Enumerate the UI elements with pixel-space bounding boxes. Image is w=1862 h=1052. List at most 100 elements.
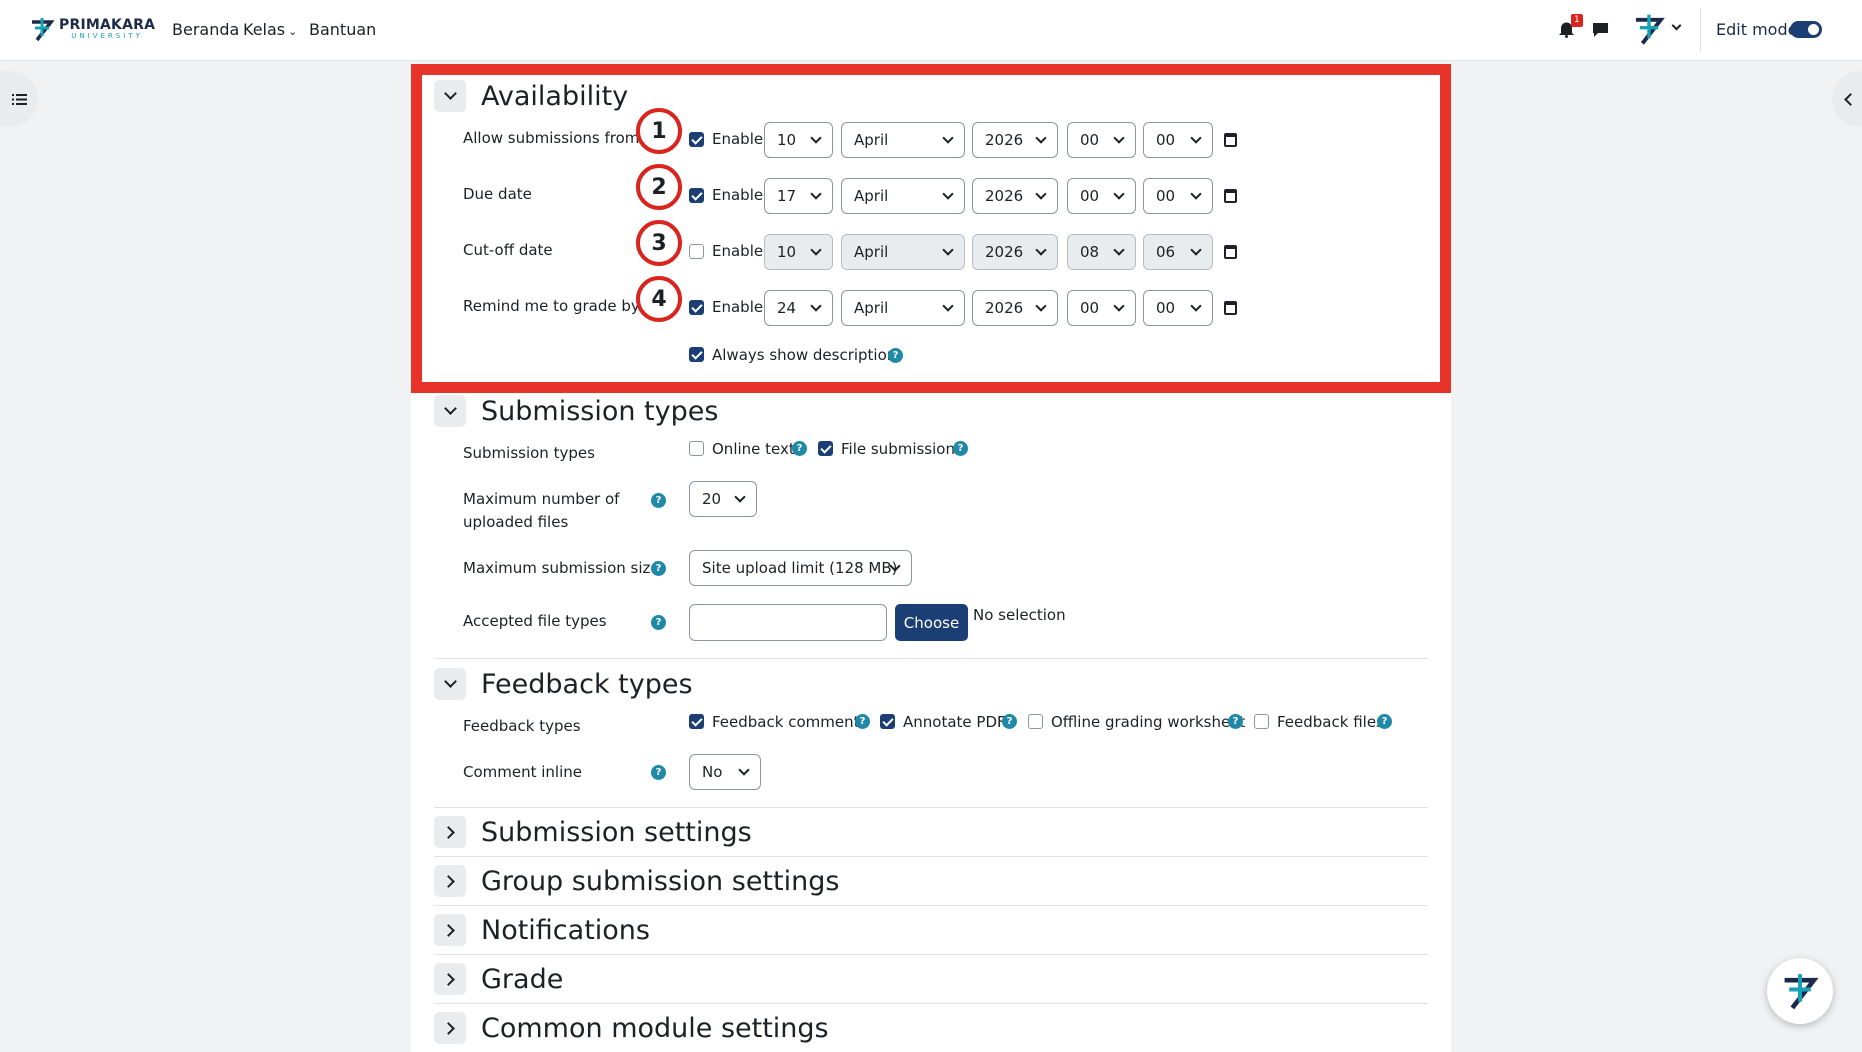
help-icon[interactable]: ? <box>953 441 968 456</box>
help-icon[interactable]: ? <box>651 561 666 576</box>
always-show-description-checkbox[interactable] <box>689 347 704 362</box>
block-drawer-button[interactable] <box>1832 71 1862 127</box>
expand-section-button[interactable] <box>434 865 466 897</box>
year-select[interactable]: 2026 <box>972 290 1058 326</box>
calendar-icon[interactable] <box>1224 301 1237 315</box>
online-text-checkbox[interactable] <box>689 441 704 456</box>
collapse-submission-types-button[interactable] <box>434 395 466 427</box>
help-icon[interactable]: ? <box>651 765 666 780</box>
annotate-pdf-checkbox[interactable] <box>880 714 895 729</box>
collapsed-section-header[interactable]: Notifications <box>434 914 650 946</box>
hour-select[interactable]: 00 <box>1067 290 1136 326</box>
hour-select[interactable]: 00 <box>1067 122 1136 158</box>
nav-kelas[interactable]: Kelas ⌄ <box>243 20 297 39</box>
chevron-down-icon <box>1190 132 1202 144</box>
collapsed-section-header[interactable]: Common module settings <box>434 1012 829 1044</box>
collapsed-section-header[interactable]: Group submission settings <box>434 865 839 897</box>
month-select[interactable]: April <box>841 290 965 326</box>
help-icon[interactable]: ? <box>1002 714 1017 729</box>
expand-section-button[interactable] <box>434 963 466 995</box>
month-select[interactable]: April <box>841 234 965 270</box>
accepted-file-types-input[interactable] <box>689 604 887 641</box>
day-select[interactable]: 10 <box>764 122 833 158</box>
max-files-select[interactable]: 20 <box>689 481 757 517</box>
site-logo[interactable]: PRIMAKARA UNIVERSITY <box>29 16 155 42</box>
logo-subtitle: UNIVERSITY <box>71 32 143 40</box>
date-field-label: Remind me to grade by <box>463 297 640 315</box>
collapsed-section-header[interactable]: Grade <box>434 963 563 995</box>
minute-select[interactable]: 00 <box>1143 178 1213 214</box>
chevron-down-icon <box>810 244 822 256</box>
minute-select[interactable]: 00 <box>1143 122 1213 158</box>
max-size-label: Maximum submission size <box>463 559 660 577</box>
messages-icon[interactable] <box>1592 21 1609 38</box>
max-size-select[interactable]: Site upload limit (128 MB) <box>689 550 912 586</box>
calendar-icon[interactable] <box>1224 133 1237 147</box>
help-icon[interactable]: ? <box>855 714 870 729</box>
comment-inline-select[interactable]: No <box>689 754 761 790</box>
day-select[interactable]: 24 <box>764 290 833 326</box>
chevron-right-icon <box>441 825 455 839</box>
collapsed-section-header[interactable]: Submission settings <box>434 816 752 848</box>
comment-inline-label: Comment inline <box>463 763 583 781</box>
chevron-down-icon <box>942 300 954 312</box>
feedback-types-section-header[interactable]: Feedback types <box>434 668 693 700</box>
enable-date-checkbox[interactable] <box>689 188 704 203</box>
minute-select[interactable]: 06 <box>1143 234 1213 270</box>
enable-date-checkbox[interactable] <box>689 300 704 315</box>
month-select[interactable]: April <box>841 178 965 214</box>
user-menu-chevron-icon[interactable] <box>1671 20 1682 31</box>
enable-date-checkbox[interactable] <box>689 132 704 147</box>
help-icon[interactable]: ? <box>1228 714 1243 729</box>
navbar-divider <box>1700 8 1701 52</box>
help-icon[interactable]: ? <box>888 348 903 363</box>
expand-section-button[interactable] <box>434 816 466 848</box>
course-index-drawer-button[interactable] <box>0 71 38 127</box>
year-select[interactable]: 2026 <box>972 122 1058 158</box>
chevron-down-icon <box>1035 300 1047 312</box>
hour-select[interactable]: 08 <box>1067 234 1136 270</box>
minute-select[interactable]: 00 <box>1143 290 1213 326</box>
section-title: Common module settings <box>481 1012 829 1044</box>
help-icon[interactable]: ? <box>792 441 807 456</box>
feedback-comments-checkbox[interactable] <box>689 714 704 729</box>
enable-date-checkbox[interactable] <box>689 244 704 259</box>
collapse-feedback-types-button[interactable] <box>434 668 466 700</box>
date-field-label: Allow submissions from <box>463 129 640 147</box>
chevron-right-icon <box>441 874 455 888</box>
year-value: 2026 <box>985 131 1024 149</box>
offline-grading-worksheet-checkbox[interactable] <box>1028 714 1043 729</box>
edit-mode-toggle[interactable] <box>1790 21 1822 38</box>
help-icon[interactable]: ? <box>651 615 666 630</box>
day-select[interactable]: 10 <box>764 234 833 270</box>
nav-beranda[interactable]: Beranda <box>172 20 239 39</box>
help-icon[interactable]: ? <box>651 493 666 508</box>
section-title: Submission settings <box>481 816 752 848</box>
availability-section-header[interactable]: Availability <box>434 80 628 112</box>
hour-select[interactable]: 00 <box>1067 178 1136 214</box>
nav-kelas-label: Kelas <box>243 20 286 39</box>
feedback-files-checkbox[interactable] <box>1254 714 1269 729</box>
year-select[interactable]: 2026 <box>972 234 1058 270</box>
expand-section-button[interactable] <box>434 914 466 946</box>
online-text-label: Online text <box>712 440 795 458</box>
assistant-chat-button[interactable] <box>1767 958 1833 1024</box>
nav-bantuan[interactable]: Bantuan <box>309 20 376 39</box>
file-submissions-label: File submissions <box>841 440 963 458</box>
calendar-icon[interactable] <box>1224 245 1237 259</box>
year-select[interactable]: 2026 <box>972 178 1058 214</box>
user-avatar-icon[interactable] <box>1632 12 1666 46</box>
submission-types-section-header[interactable]: Submission types <box>434 395 718 427</box>
choose-file-types-button[interactable]: Choose <box>895 604 968 641</box>
file-submissions-checkbox[interactable] <box>818 441 833 456</box>
month-select[interactable]: April <box>841 122 965 158</box>
collapse-availability-button[interactable] <box>434 80 466 112</box>
chevron-left-icon <box>1844 92 1857 106</box>
expand-section-button[interactable] <box>434 1012 466 1044</box>
chevron-down-icon <box>443 87 457 100</box>
day-select[interactable]: 17 <box>764 178 833 214</box>
calendar-icon[interactable] <box>1224 189 1237 203</box>
help-icon[interactable]: ? <box>1377 714 1392 729</box>
date-field-label: Due date <box>463 185 532 203</box>
day-value: 24 <box>777 299 797 317</box>
